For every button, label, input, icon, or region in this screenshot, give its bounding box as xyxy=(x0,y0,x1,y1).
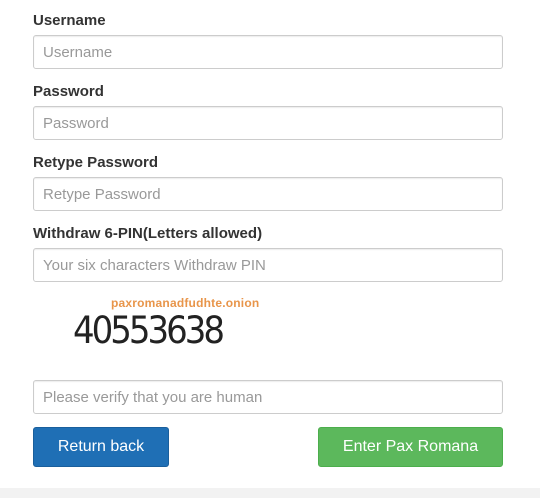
return-back-button[interactable]: Return back xyxy=(33,427,169,467)
retype-password-label: Retype Password xyxy=(33,154,159,171)
footer-strip xyxy=(0,488,540,498)
captcha-verify-input[interactable] xyxy=(33,380,503,414)
username-input[interactable] xyxy=(33,35,503,69)
captcha-domain-text: paxromanadfudhte.onion xyxy=(111,296,260,310)
enter-pax-romana-button[interactable]: Enter Pax Romana xyxy=(318,427,503,467)
withdraw-pin-input[interactable] xyxy=(33,248,503,282)
password-label: Password xyxy=(33,83,104,100)
return-back-label: Return back xyxy=(57,438,145,455)
enter-pax-romana-label: Enter Pax Romana xyxy=(342,438,479,455)
captcha-image: paxromanadfudhte.onion 40553638 xyxy=(33,292,283,362)
withdraw-pin-label: Withdraw 6-PIN(Letters allowed) xyxy=(33,225,263,242)
captcha-code-text: 40553638 xyxy=(73,309,225,353)
username-label: Username xyxy=(33,12,106,29)
retype-password-input[interactable] xyxy=(33,177,503,211)
password-input[interactable] xyxy=(33,106,503,140)
